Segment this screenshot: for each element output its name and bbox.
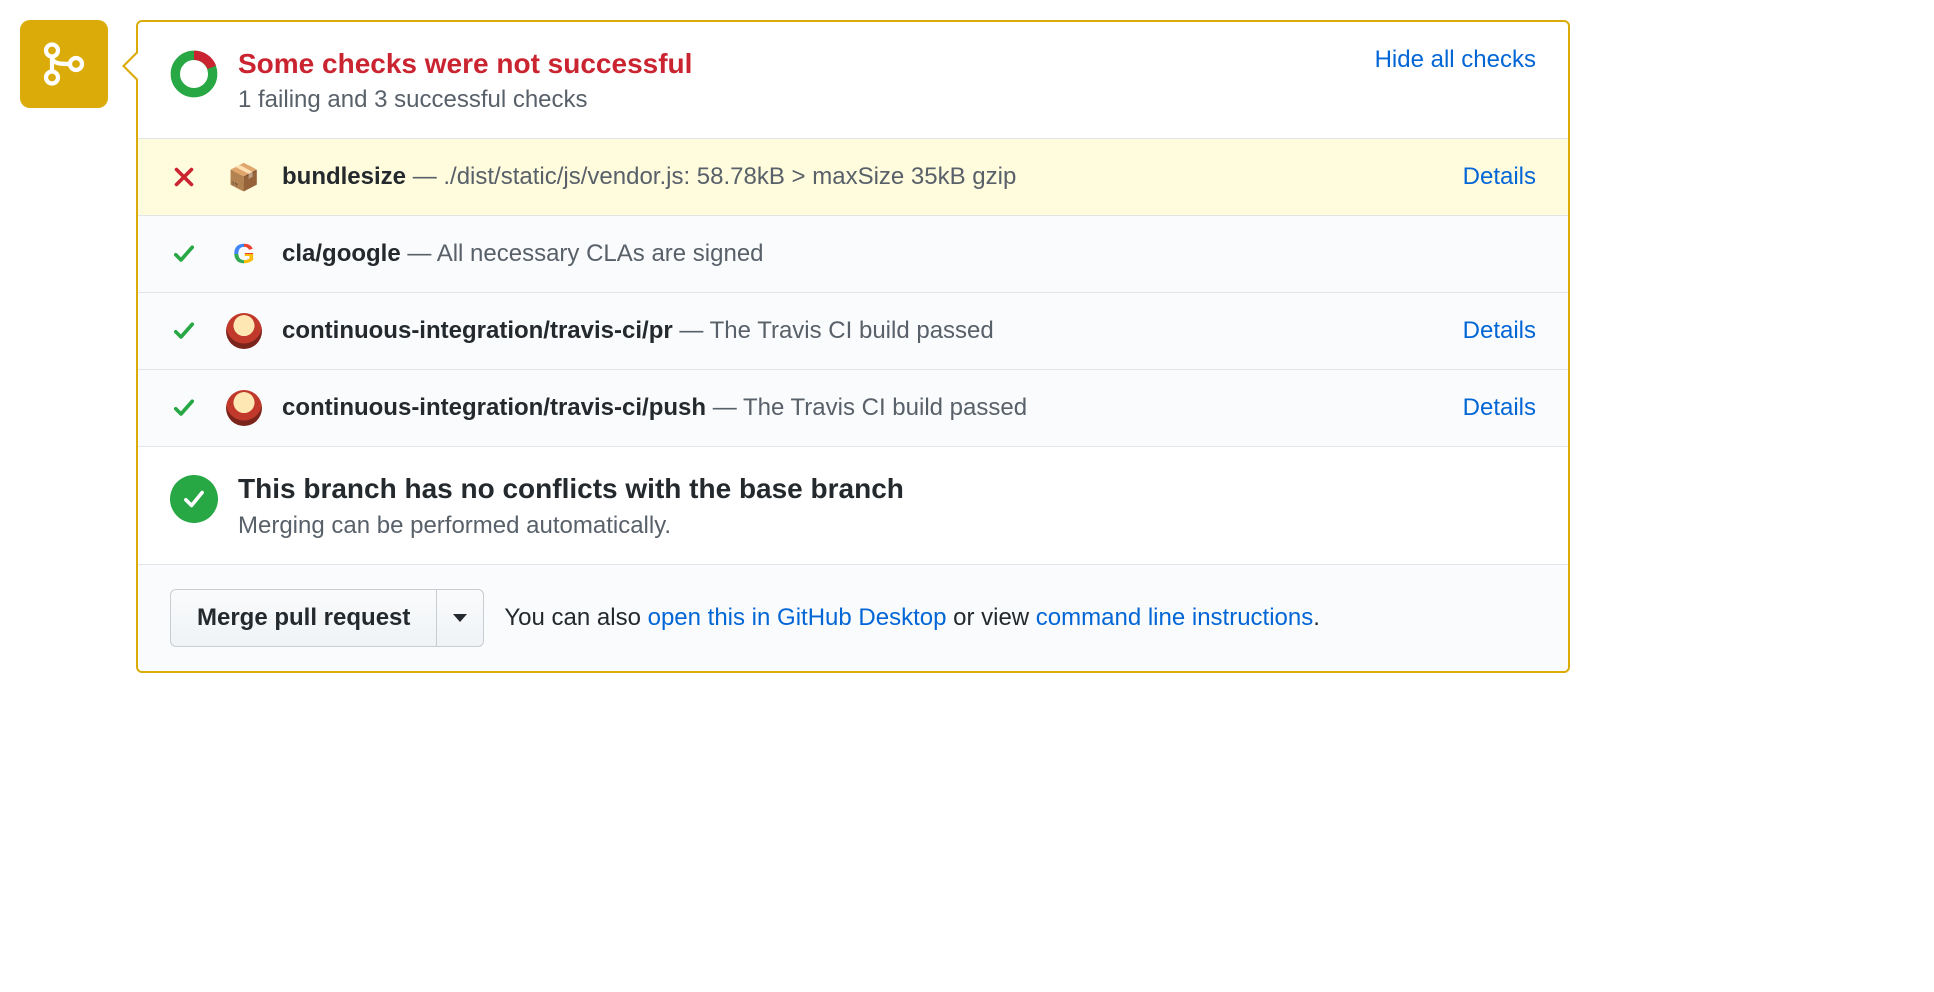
check-row: Gcla/google — All necessary CLAs are sig… <box>138 216 1568 293</box>
check-details-link[interactable]: Details <box>1463 317 1536 345</box>
footer-text-prefix: You can also <box>504 604 647 631</box>
merge-conflict-status: This branch has no conflicts with the ba… <box>138 447 1568 564</box>
merge-status-title: This branch has no conflicts with the ba… <box>238 471 1536 507</box>
status-donut-icon <box>170 50 218 98</box>
merge-status-subtitle: Merging can be performed automatically. <box>238 512 1536 540</box>
check-text: bundlesize — ./dist/static/js/vendor.js:… <box>282 163 1447 191</box>
check-name: continuous-integration/travis-ci/pr <box>282 317 673 344</box>
google-icon: G <box>226 236 262 272</box>
git-merge-icon <box>40 40 88 88</box>
check-text: cla/google — All necessary CLAs are sign… <box>282 240 1536 268</box>
travis-icon <box>226 390 262 426</box>
checks-header: Some checks were not successful 1 failin… <box>138 22 1568 139</box>
footer-text-suffix: . <box>1313 604 1320 631</box>
check-icon <box>170 319 198 343</box>
package-icon: 📦 <box>226 159 262 195</box>
success-check-icon <box>170 475 218 523</box>
check-details-link[interactable]: Details <box>1463 163 1536 191</box>
merge-pull-request-button[interactable]: Merge pull request <box>170 589 437 647</box>
check-row: continuous-integration/travis-ci/push — … <box>138 370 1568 447</box>
merge-dropdown-button[interactable] <box>437 589 484 647</box>
merge-footer: Merge pull request You can also open thi… <box>138 565 1568 671</box>
check-row: continuous-integration/travis-ci/pr — Th… <box>138 293 1568 370</box>
merge-footer-text: You can also open this in GitHub Desktop… <box>504 604 1320 632</box>
x-icon <box>170 165 198 189</box>
checks-title: Some checks were not successful <box>238 46 1359 82</box>
check-name: cla/google <box>282 240 401 267</box>
check-message: The Travis CI build passed <box>743 394 1027 421</box>
check-name: continuous-integration/travis-ci/push <box>282 394 706 421</box>
check-text: continuous-integration/travis-ci/pr — Th… <box>282 317 1447 345</box>
travis-icon <box>226 313 262 349</box>
hide-checks-link[interactable]: Hide all checks <box>1375 46 1536 74</box>
check-icon <box>170 242 198 266</box>
check-details-link[interactable]: Details <box>1463 394 1536 422</box>
check-icon <box>170 396 198 420</box>
footer-text-middle: or view <box>946 604 1035 631</box>
command-line-instructions-link[interactable]: command line instructions <box>1036 604 1313 631</box>
check-message: ./dist/static/js/vendor.js: 58.78kB > ma… <box>443 163 1016 190</box>
merge-panel: Some checks were not successful 1 failin… <box>136 20 1570 673</box>
checks-subtitle: 1 failing and 3 successful checks <box>238 86 1359 114</box>
check-row: 📦 bundlesize — ./dist/static/js/vendor.js… <box>138 139 1568 216</box>
chevron-down-icon <box>453 614 467 622</box>
check-message: The Travis CI build passed <box>710 317 994 344</box>
merge-button-group: Merge pull request <box>170 589 484 647</box>
merge-status-badge <box>20 20 108 108</box>
open-github-desktop-link[interactable]: open this in GitHub Desktop <box>648 604 947 631</box>
check-text: continuous-integration/travis-ci/push — … <box>282 394 1447 422</box>
check-name: bundlesize <box>282 163 406 190</box>
check-message: All necessary CLAs are signed <box>437 240 764 267</box>
